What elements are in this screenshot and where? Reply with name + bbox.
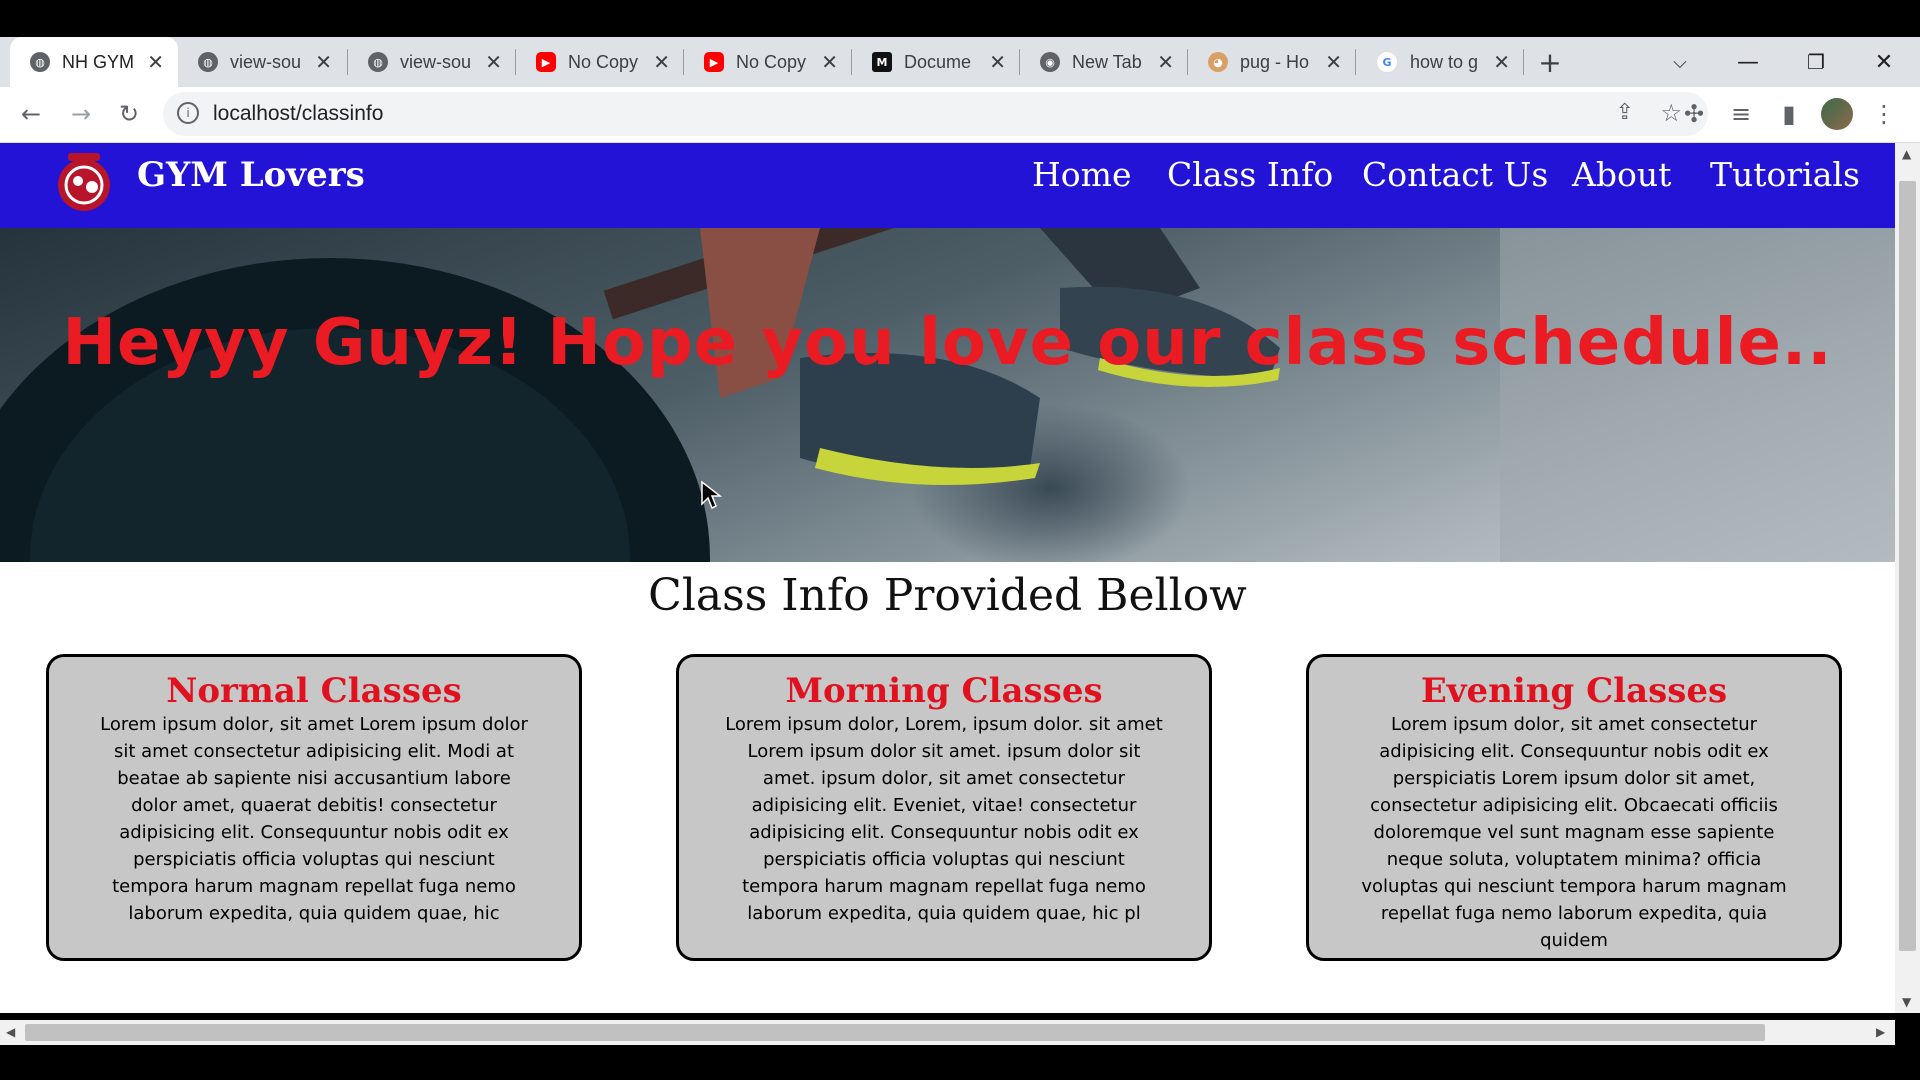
tab-search-button[interactable]: ⌵ (1648, 37, 1712, 87)
tab-view-source-2[interactable]: ◍ view-sou ✕ (348, 37, 516, 87)
hero-heading: Heyyy Guyz! Hope you love our class sche… (62, 306, 1833, 380)
globe-icon: ◍ (30, 52, 50, 72)
close-icon[interactable]: ✕ (989, 50, 1006, 74)
back-button[interactable]: ← (12, 95, 50, 133)
card-body: Lorem ipsum dolor, sit amet Lorem ipsum … (100, 714, 528, 924)
tab-no-copy-2[interactable]: ▶ No Copy ✕ (684, 37, 852, 87)
plus-icon: + (1538, 45, 1562, 79)
close-icon[interactable]: ✕ (1493, 50, 1510, 74)
site-navbar: GYM Lovers Home Class Info Contact Us Ab… (0, 143, 1895, 228)
puzzle-icon: ✣ (1683, 100, 1705, 128)
youtube-icon: ▶ (536, 52, 556, 72)
card-normal-classes: Normal Classes Lorem ipsum dolor, sit am… (46, 654, 582, 961)
forward-arrow-icon: → (70, 100, 92, 128)
info-icon[interactable]: i (177, 102, 199, 124)
avatar (1821, 98, 1853, 130)
section-title: Class Info Provided Bellow (648, 570, 1247, 621)
playlist-icon: ≡ (1730, 100, 1752, 128)
close-icon: ✕ (1874, 49, 1894, 75)
tab-view-source-1[interactable]: ◍ view-sou ✕ (178, 37, 346, 87)
new-tab-button[interactable]: + (1530, 37, 1570, 87)
close-icon[interactable]: ✕ (1325, 50, 1342, 74)
card-title: Evening Classes (1420, 671, 1728, 711)
close-icon[interactable]: ✕ (485, 50, 502, 74)
tab-nh-gym[interactable]: ◍ NH GYM ✕ (10, 37, 178, 87)
more-vert-icon: ⋮ (1872, 100, 1896, 128)
card-title: Morning Classes (785, 671, 1103, 711)
nav-about[interactable]: About (1572, 155, 1671, 194)
nav-contact-us[interactable]: Contact Us (1362, 155, 1548, 194)
share-icon[interactable]: ⇪ (1616, 100, 1634, 125)
scroll-left-icon[interactable]: ◀ (6, 1025, 15, 1039)
menu-button[interactable]: ⋮ (1870, 95, 1898, 133)
card-morning-classes: Morning Classes Lorem ipsum dolor, Lorem… (676, 654, 1212, 961)
vertical-scroll-thumb[interactable] (1899, 181, 1916, 951)
close-icon[interactable]: ✕ (653, 50, 670, 74)
restore-icon: ❐ (1807, 50, 1825, 74)
scroll-down-icon[interactable]: ▼ (1902, 995, 1911, 1009)
tab-pug[interactable]: ◕ pug - Ho ✕ (1188, 37, 1356, 87)
vertical-scrollbar[interactable]: ▲ ▼ (1895, 143, 1920, 1013)
scroll-right-icon[interactable]: ▶ (1876, 1025, 1885, 1039)
profile-button[interactable] (1818, 95, 1856, 133)
nav-class-info[interactable]: Class Info (1167, 155, 1333, 194)
close-icon[interactable]: ✕ (315, 50, 332, 74)
extensions-button[interactable]: ✣ (1675, 95, 1713, 133)
chrome-icon: ◉ (1040, 52, 1060, 72)
chevron-down-icon: ⌵ (1673, 51, 1687, 73)
tab-strip: ◍ NH GYM ✕ ◍ view-sou ✕ ◍ view-sou ✕ ▶ N… (0, 37, 1920, 87)
tab-new-tab[interactable]: ◉ New Tab ✕ (1020, 37, 1188, 87)
url-text[interactable]: localhost/classinfo (213, 102, 383, 126)
card-body: Lorem ipsum dolor, sit amet consectetur … (1361, 714, 1787, 951)
reload-button[interactable]: ↻ (110, 95, 148, 133)
nav-home[interactable]: Home (1032, 155, 1131, 194)
minimize-icon: — (1737, 49, 1759, 75)
globe-icon: ◍ (368, 52, 388, 72)
back-arrow-icon: ← (20, 100, 42, 128)
card-evening-classes: Evening Classes Lorem ipsum dolor, sit a… (1306, 654, 1842, 961)
minimize-button[interactable]: — (1716, 37, 1780, 87)
tab-google-search[interactable]: G how to g ✕ (1356, 37, 1524, 87)
media-control-button[interactable]: ≡ (1722, 95, 1760, 133)
tab-document[interactable]: M Docume ✕ (852, 37, 1020, 87)
scroll-up-icon[interactable]: ▲ (1902, 147, 1911, 161)
close-window-button[interactable]: ✕ (1852, 37, 1916, 87)
tab-separator (1523, 49, 1524, 75)
address-bar[interactable]: i localhost/classinfo ⇪ ☆ (163, 92, 1708, 136)
google-icon: G (1376, 51, 1398, 73)
browser-toolbar: ← → ↻ i localhost/classinfo ⇪ ☆ ✣ ≡ ▮ ⋮ (0, 87, 1920, 143)
globe-icon: ◍ (198, 52, 218, 72)
gym-logo-icon[interactable] (48, 145, 120, 217)
hero-banner: Heyyy Guyz! Hope you love our class sche… (0, 228, 1895, 562)
page-viewport: GYM Lovers Home Class Info Contact Us Ab… (0, 143, 1895, 1013)
card-title: Normal Classes (166, 671, 462, 711)
forward-button[interactable]: → (62, 95, 100, 133)
horizontal-scroll-thumb[interactable] (25, 1024, 1765, 1041)
side-panel-icon: ▮ (1782, 100, 1796, 128)
youtube-icon: ▶ (704, 52, 724, 72)
pug-icon: ◕ (1208, 52, 1228, 72)
restore-button[interactable]: ❐ (1784, 37, 1848, 87)
hero-image (0, 228, 1895, 562)
tab-no-copy-1[interactable]: ▶ No Copy ✕ (516, 37, 684, 87)
card-body: Lorem ipsum dolor, Lorem, ipsum dolor. s… (725, 714, 1163, 924)
nav-tutorials[interactable]: Tutorials (1710, 155, 1860, 194)
horizontal-scrollbar[interactable]: ◀ ▶ (0, 1020, 1895, 1045)
close-icon[interactable]: ✕ (821, 50, 838, 74)
m-icon: M (872, 52, 892, 72)
close-icon[interactable]: ✕ (147, 50, 164, 74)
side-panel-button[interactable]: ▮ (1770, 95, 1808, 133)
mouse-cursor-icon (701, 480, 722, 510)
site-brand[interactable]: GYM Lovers (137, 155, 365, 195)
close-icon[interactable]: ✕ (1157, 50, 1174, 74)
reload-icon: ↻ (118, 100, 140, 128)
